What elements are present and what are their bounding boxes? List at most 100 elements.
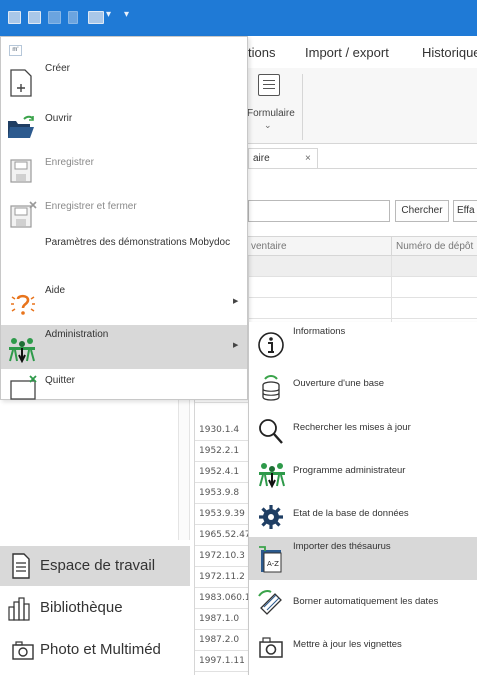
column-header-inventaire[interactable]: ventaire [251, 241, 287, 252]
chevron-down-icon[interactable]: ⌄ [264, 120, 272, 131]
tab-options[interactable]: tions [248, 45, 275, 60]
submenu-item-borner-dates[interactable]: Borner automatiquement les dates [249, 580, 477, 623]
menu-label: Créer [45, 63, 71, 74]
divider [248, 168, 477, 169]
print-dropdown-icon[interactable]: ▾ [106, 9, 111, 20]
thumbnails-camera-icon [259, 637, 283, 658]
admin-people-icon [9, 338, 35, 363]
menu-item-parametres-demonstrations[interactable]: Paramètres des démonstrations Mobydoc [45, 237, 230, 248]
menu-item-aide[interactable]: Aide ▶ [1, 281, 247, 325]
submenu-arrow-icon: ▶ [233, 298, 239, 305]
nav-label: Bibliothèque [40, 599, 123, 616]
search-input[interactable] [248, 200, 390, 222]
print-quick-icon[interactable] [88, 11, 104, 24]
scrollbar[interactable] [178, 400, 190, 540]
submenu-arrow-icon: ▶ [233, 342, 239, 349]
ribbon-separator [302, 74, 303, 140]
tab-historique[interactable]: Historique [422, 45, 477, 60]
save-close-quick-icon[interactable] [48, 11, 61, 24]
form-icon[interactable] [258, 74, 280, 96]
row-id: 1972.10.3 [195, 546, 249, 567]
nav-item-bibliotheque[interactable]: Bibliothèque [0, 588, 190, 628]
open-folder-icon [8, 115, 34, 138]
submenu-item-mettre-a-jour-vignettes[interactable]: Mettre à jour les vignettes [249, 623, 477, 666]
document-tab[interactable]: aire × [248, 148, 318, 168]
menu-item-ouvrir[interactable]: Ouvrir [1, 103, 247, 147]
row-id: 1952.4.1 [195, 462, 249, 483]
app-logo-icon[interactable] [8, 11, 21, 24]
ribbon-panel [248, 68, 477, 144]
info-icon [258, 332, 284, 358]
row-id: 1987.2.0 [195, 630, 249, 651]
row-id: 1987.1.0 [195, 609, 249, 630]
date-bounds-icon [258, 590, 282, 615]
close-icon[interactable]: × [305, 153, 311, 164]
menu-item-quitter[interactable]: Quitter [1, 371, 247, 415]
menu-item-administration[interactable]: Administration ▶ [1, 325, 247, 369]
camera-icon [12, 641, 34, 660]
ribbon-tabs: tions Import / export Historique [248, 36, 477, 68]
row-id: 1983.060.1 [195, 588, 249, 609]
clear-button[interactable]: Effa [453, 200, 477, 222]
menu-label: Aide [45, 285, 66, 296]
document-tab-label: aire [253, 153, 270, 164]
save-quick-icon[interactable] [28, 11, 41, 24]
save-icon [10, 159, 32, 183]
title-bar: ▾ ▾ [0, 0, 477, 36]
menu-label: Enregistrer [45, 157, 94, 168]
svg-text:A-Z: A-Z [267, 560, 279, 568]
books-icon [8, 597, 30, 621]
submenu-label: Borner automatiquement les dates [293, 596, 439, 607]
row-id: 1965.52.47 [195, 525, 249, 546]
search-updates-icon [259, 419, 283, 444]
submenu-label: Importer des thésaurus [293, 541, 391, 552]
submenu-item-programme-administrateur[interactable]: Programme administrateur [249, 451, 477, 494]
menu-label: Ouvrir [45, 113, 73, 124]
database-status-gear-icon [259, 505, 283, 529]
submenu-item-ouverture-base[interactable]: Ouverture d'une base [249, 365, 477, 408]
submenu-label: Ouverture d'une base [293, 378, 385, 389]
import-thesaurus-icon: A-Z [259, 546, 282, 573]
row-id: 1953.9.8 [195, 483, 249, 504]
menu-item-creer[interactable]: Créer [1, 59, 247, 103]
column-separator [391, 237, 392, 257]
formulaire-button[interactable]: Formulaire [247, 108, 295, 119]
nav-item-espace-de-travail[interactable]: Espace de travail [0, 546, 190, 586]
menu-label: Quitter [45, 375, 76, 386]
nav-item-photo-multimedia[interactable]: Photo et Multiméd [0, 630, 190, 670]
submenu-item-rechercher-mises-a-jour[interactable]: Rechercher les mises à jour [249, 408, 477, 451]
application-menu: m' Créer Ouvrir Enregistrer Enregistrer … [0, 36, 248, 400]
open-database-icon [262, 375, 280, 401]
submenu-item-etat-base[interactable]: Etat de la base de données [249, 494, 477, 537]
save-close-icon [10, 201, 37, 228]
row-id: 1930.1.4 [195, 420, 249, 441]
row-id: 1953.9.39 [195, 504, 249, 525]
nav-label: Espace de travail [40, 557, 156, 574]
new-file-icon [10, 69, 32, 97]
quit-icon [10, 375, 37, 400]
submenu-label: Programme administrateur [293, 465, 406, 476]
search-button[interactable]: Chercher [395, 200, 449, 222]
tab-import-export[interactable]: Import / export [305, 45, 389, 60]
row-id: 1972.11.2 [195, 567, 249, 588]
submenu-label: Mettre à jour les vignettes [293, 639, 402, 650]
administration-submenu: Informations Ouverture d'une base Recher… [248, 322, 477, 675]
row-id: 1952.2.1 [195, 441, 249, 462]
nav-label: Photo et Multiméd [40, 641, 161, 658]
customize-quick-access-icon[interactable]: ▾ [124, 9, 129, 20]
tool-quick-icon[interactable] [68, 11, 78, 24]
column-header-depot[interactable]: Numéro de dépôt [396, 241, 473, 252]
menu-item-enregistrer-et-fermer[interactable]: Enregistrer et fermer [1, 191, 247, 235]
document-icon [12, 553, 30, 579]
row-id: 1997.1.11 [195, 651, 249, 672]
submenu-item-informations[interactable]: Informations [249, 322, 477, 365]
app-badge-icon: m' [9, 45, 22, 56]
menu-item-enregistrer[interactable]: Enregistrer [1, 147, 247, 191]
admin-program-icon [259, 463, 285, 489]
submenu-label: Rechercher les mises à jour [293, 422, 411, 433]
submenu-label: Informations [293, 326, 346, 337]
menu-label: Enregistrer et fermer [45, 201, 137, 212]
menu-label: Administration [45, 329, 109, 340]
help-icon [11, 294, 35, 315]
submenu-item-importer-thesaurus[interactable]: A-Z Importer des thésaurus [249, 537, 477, 580]
